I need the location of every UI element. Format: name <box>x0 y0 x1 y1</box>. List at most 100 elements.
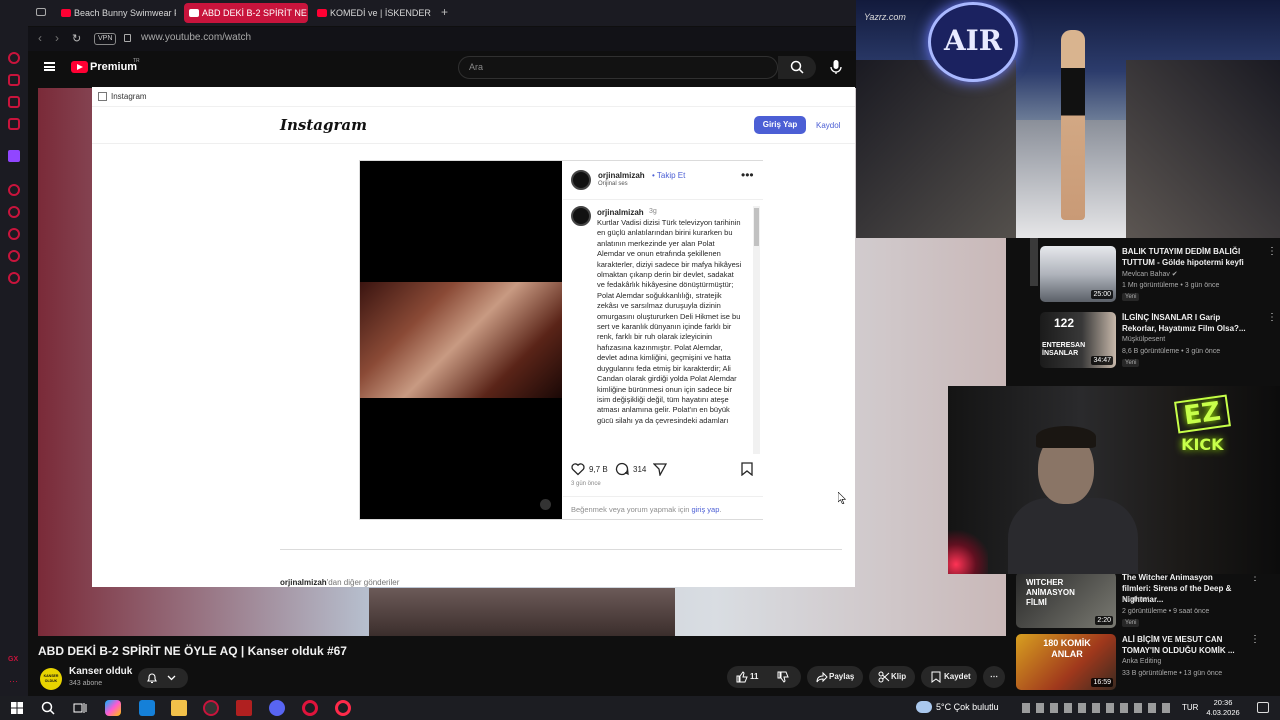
share-button[interactable]: Paylaş <box>807 666 863 688</box>
more-icon[interactable]: ⋯ <box>9 676 18 687</box>
recommended-video[interactable]: WITCHER ANİMASYON FİLMİ 2:20 The Witcher… <box>1016 568 1260 632</box>
opera-icon[interactable] <box>302 700 318 716</box>
notification-bell-button[interactable] <box>138 668 188 688</box>
app-icon[interactable] <box>236 700 252 716</box>
weather-text[interactable]: 5°C Çok bulutlu <box>936 702 999 712</box>
back-icon[interactable]: ‹ <box>38 31 42 45</box>
tab-beach-bunny[interactable]: Beach Bunny Swimwear F <box>56 3 176 23</box>
gx-icon[interactable]: GX <box>8 656 18 663</box>
instagram-logo[interactable]: Instagram <box>280 116 367 134</box>
input-language[interactable]: TUR <box>1182 703 1198 712</box>
sidebar-icon-7[interactable] <box>8 250 20 262</box>
sidebar-icon-3[interactable] <box>8 96 20 108</box>
signup-link[interactable]: Kaydol <box>816 121 840 130</box>
menu-icon[interactable] <box>44 62 55 71</box>
channel-name[interactable]: Müşkülpesent <box>1122 336 1165 343</box>
audio-label[interactable]: Orijinal ses <box>598 181 628 187</box>
channel-name[interactable]: Murtimet <box>1122 596 1149 603</box>
login-button[interactable]: Giriş Yap <box>754 116 806 134</box>
picture-in-picture-video[interactable]: AIR Yazrz.com <box>856 0 1280 238</box>
weather-icon[interactable] <box>916 701 932 713</box>
bookmark-icon[interactable] <box>741 462 753 476</box>
avatar[interactable] <box>571 170 591 190</box>
mail-icon[interactable] <box>139 700 155 716</box>
post-username[interactable]: orjinalmizah <box>598 171 645 180</box>
sidebar-icon-4[interactable] <box>8 118 20 130</box>
sidebar-icon-5[interactable] <box>8 184 20 196</box>
post-video[interactable] <box>360 161 562 519</box>
save-button[interactable]: Kaydet <box>921 666 977 688</box>
thumbs-up-icon[interactable] <box>736 671 748 683</box>
streamer-body <box>1008 498 1138 574</box>
follow-link[interactable]: • Takip Et <box>652 171 685 180</box>
youtube-premium-label[interactable]: Premium <box>90 61 137 73</box>
tab-list-icon[interactable] <box>36 8 46 16</box>
url-field[interactable]: www.youtube.com/watch <box>141 32 251 43</box>
caption-username[interactable]: orjinalmizah <box>597 208 644 217</box>
youtube-logo-icon[interactable] <box>71 61 88 73</box>
login-link[interactable]: giriş yap <box>691 505 719 514</box>
video-thumbnail[interactable]: WITCHER ANİMASYON FİLMİ 2:20 <box>1016 572 1116 628</box>
tab-komedi[interactable]: KOMEDİ ve | İSKENDER - <box>312 3 432 23</box>
video-meta: 2 görüntüleme • 9 saat önce <box>1122 608 1210 615</box>
youtube-favicon-icon <box>61 9 71 17</box>
notifications-icon[interactable] <box>1257 702 1269 713</box>
recommended-video[interactable]: 180 KOMİK ANLAR 16:59 ALİ BİÇİM VE MESUT… <box>1016 630 1260 694</box>
task-view-icon[interactable] <box>72 700 88 716</box>
video-title[interactable]: ALİ BİÇİM VE MESUT CAN TOMAY'IN OLDUĞU K… <box>1122 634 1242 656</box>
sidebar-icon-6[interactable] <box>8 206 20 218</box>
video-title[interactable]: İLGİNÇ İNSANLAR I Garip Rekorlar, Hayatı… <box>1122 312 1252 334</box>
sidebar-icon-2[interactable] <box>8 74 20 86</box>
twitch-icon[interactable] <box>8 150 20 162</box>
voice-search-button[interactable] <box>825 56 847 78</box>
search-icon[interactable] <box>40 700 56 716</box>
history-icon[interactable] <box>8 228 20 240</box>
video-thumbnail[interactable]: 180 KOMİK ANLAR 16:59 <box>1016 634 1116 690</box>
tab-active-video[interactable]: ABD DEKİ B-2 SPİRİT NE Ö <box>184 3 308 23</box>
video-title[interactable]: BALIK TUTAYIM DEDİM BALIĞI TUTTUM - Göld… <box>1122 246 1252 268</box>
search-button[interactable] <box>778 56 816 79</box>
windows-start-icon[interactable] <box>9 700 25 716</box>
speaker-icon[interactable] <box>540 499 551 510</box>
more-options-icon[interactable]: ⋮ <box>1267 246 1277 257</box>
more-options-icon[interactable]: ••• <box>741 168 754 182</box>
video-thumbnail[interactable]: 25:00 <box>1040 246 1116 302</box>
comment-icon[interactable] <box>615 462 629 476</box>
more-options-icon[interactable]: ⋮ <box>1250 634 1260 645</box>
channel-name[interactable]: Kanser olduk <box>69 666 132 677</box>
post-date: 3 gün önce <box>571 481 601 487</box>
thumbs-down-icon[interactable] <box>777 671 789 683</box>
forward-icon[interactable]: › <box>55 31 59 45</box>
caption-scrollbar[interactable] <box>753 206 760 454</box>
recommended-video[interactable]: 25:00 BALIK TUTAYIM DEDİM BALIĞI TUTTUM … <box>1040 242 1280 306</box>
system-tray-icons[interactable] <box>1022 703 1172 713</box>
recommended-video[interactable]: 122 ENTERESAN İNSANLAR 34:47 İLGİNÇ İNSA… <box>1040 308 1280 372</box>
opera-gx-taskbar-icon[interactable] <box>203 700 219 716</box>
clip-button[interactable]: Klip <box>869 666 915 688</box>
share-icon[interactable] <box>653 462 667 476</box>
file-explorer-icon[interactable] <box>171 700 187 716</box>
clock[interactable]: 20:36 4.03.2026 <box>1206 698 1240 718</box>
search-input[interactable]: Ara <box>458 56 778 79</box>
settings-icon[interactable] <box>8 272 20 284</box>
discord-icon[interactable] <box>269 700 285 716</box>
new-badge: Yeni <box>1122 293 1140 301</box>
video-thumbnail[interactable]: 122 ENTERESAN İNSANLAR 34:47 <box>1040 312 1116 368</box>
reload-icon[interactable]: ↻ <box>72 32 81 45</box>
scrollbar-thumb[interactable] <box>754 208 759 246</box>
popup-title-bar[interactable]: Instagram <box>92 87 855 107</box>
panel-scrollbar[interactable] <box>1030 238 1038 286</box>
channel-avatar[interactable]: KANSER OLDUK <box>40 668 62 690</box>
sidebar-icon-1[interactable] <box>8 52 20 64</box>
opera-gx-icon[interactable] <box>335 700 351 716</box>
channel-name[interactable]: Mevlcan Bahav ✔ <box>1122 270 1178 278</box>
channel-name[interactable]: Anka Editing <box>1122 658 1161 665</box>
more-posts-user[interactable]: orjinalmizah <box>280 578 327 587</box>
heart-icon[interactable] <box>571 462 585 476</box>
more-options-icon[interactable]: ⋮ <box>1267 312 1277 323</box>
copilot-icon[interactable] <box>105 700 121 716</box>
avatar[interactable] <box>571 206 591 226</box>
vpn-badge[interactable]: VPN <box>94 33 117 45</box>
new-tab-button[interactable]: + <box>441 5 448 19</box>
more-actions-button[interactable]: ⋯ <box>983 666 1005 688</box>
